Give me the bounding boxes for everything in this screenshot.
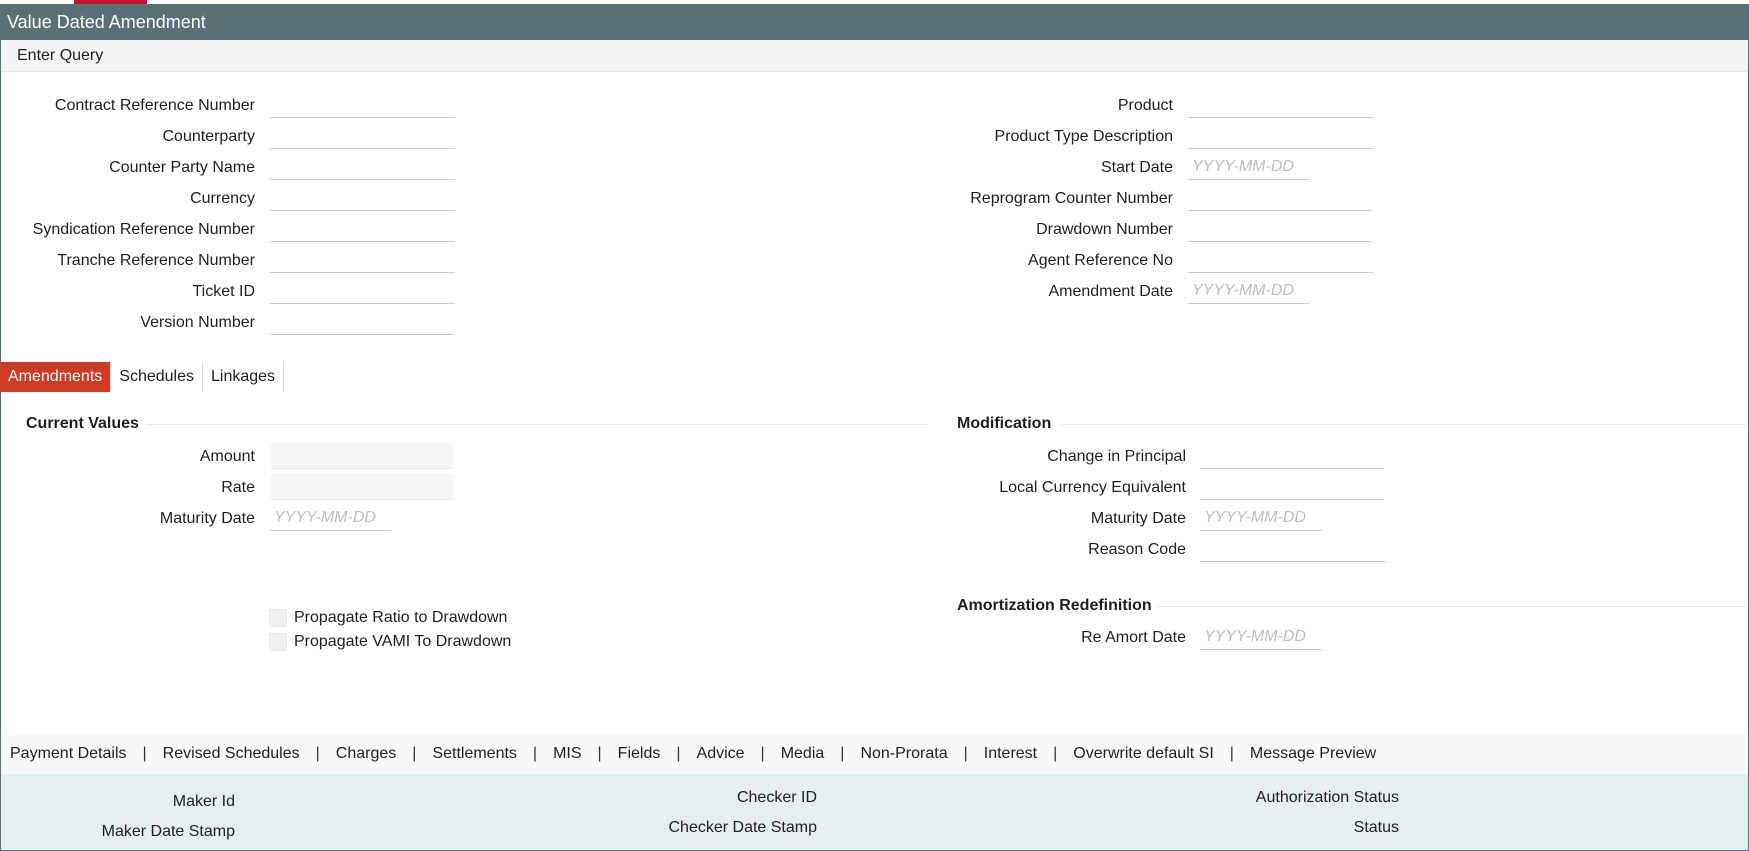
counterparty-input[interactable]: [270, 123, 455, 149]
link-media[interactable]: Media: [781, 745, 825, 763]
currency-input[interactable]: [270, 185, 455, 211]
amortization-title: Amortization Redefinition: [957, 597, 1152, 614]
link-charges[interactable]: Charges: [336, 745, 396, 763]
reason-code-input[interactable]: [1200, 536, 1386, 562]
counterparty-name-label: Counter Party Name: [109, 159, 255, 176]
link-non-prorata[interactable]: Non-Prorata: [860, 745, 947, 763]
propagate-vami-checkbox[interactable]: [269, 633, 287, 651]
ticket-id-label: Ticket ID: [192, 283, 255, 300]
syndication-ref-label: Syndication Reference Number: [32, 221, 255, 238]
propagate-ratio-label: Propagate Ratio to Drawdown: [294, 609, 508, 626]
ticket-id-input[interactable]: [270, 278, 455, 304]
amortization-divider: [1158, 606, 1748, 607]
rate-field: [270, 474, 453, 500]
subsystem-link-bar: Payment Details | Revised Schedules | Char…: [1, 735, 1748, 773]
product-label: Product: [1117, 97, 1173, 114]
re-amort-date-label: Re Amort Date: [1081, 629, 1186, 646]
amount-label: Amount: [199, 448, 255, 465]
current-values-divider: [146, 424, 928, 425]
tranche-ref-label: Tranche Reference Number: [57, 252, 255, 269]
new-maturity-date-label: Maturity Date: [1090, 510, 1186, 527]
window-title: Value Dated Amendment: [0, 4, 1749, 40]
link-mis[interactable]: MIS: [553, 745, 581, 763]
link-settlements[interactable]: Settlements: [432, 745, 516, 763]
version-number-input[interactable]: [270, 309, 453, 335]
product-input[interactable]: [1188, 92, 1373, 118]
counterparty-name-input[interactable]: [270, 154, 455, 180]
link-overwrite-default-si[interactable]: Overwrite default SI: [1073, 745, 1214, 763]
drawdown-number-input[interactable]: [1188, 216, 1371, 242]
checker-date-stamp-label: Checker Date Stamp: [668, 819, 817, 836]
drawdown-number-label: Drawdown Number: [1036, 221, 1173, 238]
link-separator: |: [412, 745, 417, 762]
link-interest[interactable]: Interest: [984, 745, 1037, 763]
link-separator: |: [1053, 745, 1058, 762]
change-in-principal-label: Change in Principal: [1047, 448, 1186, 465]
link-fields[interactable]: Fields: [618, 745, 661, 763]
maker-id-label: Maker Id: [172, 793, 235, 810]
version-number-label: Version Number: [140, 314, 255, 331]
link-separator: |: [676, 745, 681, 762]
start-date-label: Start Date: [1100, 159, 1173, 176]
agent-ref-label: Agent Reference No: [1028, 252, 1173, 269]
tranche-ref-input[interactable]: [270, 247, 455, 273]
change-in-principal-input[interactable]: [1200, 443, 1384, 469]
tab-strip: Amendments Schedules Linkages: [0, 362, 285, 392]
amendment-date-label: Amendment Date: [1048, 283, 1173, 300]
enter-query-button[interactable]: Enter Query: [17, 47, 103, 65]
amount-field: [270, 443, 453, 469]
window-frame: [0, 40, 1749, 851]
local-ccy-equiv-input[interactable]: [1200, 474, 1384, 500]
checker-id-label: Checker ID: [736, 789, 817, 806]
reprogram-counter-label: Reprogram Counter Number: [970, 190, 1173, 207]
link-separator: |: [142, 745, 147, 762]
current-values-title: Current Values: [26, 415, 139, 432]
counterparty-label: Counterparty: [162, 128, 256, 145]
tab-schedules[interactable]: Schedules: [111, 362, 203, 392]
local-ccy-equiv-label: Local Currency Equivalent: [999, 479, 1186, 496]
current-maturity-date-input[interactable]: [270, 505, 391, 531]
maker-date-stamp-label: Maker Date Stamp: [101, 823, 235, 840]
link-message-preview[interactable]: Message Preview: [1250, 745, 1376, 763]
product-type-desc-input[interactable]: [1188, 123, 1373, 149]
reprogram-counter-input[interactable]: [1188, 185, 1371, 211]
link-separator: |: [760, 745, 765, 762]
link-separator: |: [597, 745, 602, 762]
rate-label: Rate: [221, 479, 255, 496]
query-toolbar: Enter Query: [1, 40, 1748, 72]
audit-panel: [1, 774, 1748, 850]
status-label: Status: [1353, 819, 1399, 836]
link-advice[interactable]: Advice: [697, 745, 745, 763]
propagate-vami-label: Propagate VAMI To Drawdown: [294, 633, 512, 650]
authorization-status-label: Authorization Status: [1255, 789, 1399, 806]
reason-code-label: Reason Code: [1088, 541, 1186, 558]
link-separator: |: [532, 745, 538, 762]
re-amort-date-input[interactable]: [1200, 624, 1322, 650]
link-separator: |: [315, 745, 320, 762]
tab-amendments[interactable]: Amendments: [0, 362, 112, 392]
link-separator: |: [840, 745, 845, 762]
modification-title: Modification: [957, 415, 1052, 432]
agent-ref-input[interactable]: [1188, 247, 1373, 273]
link-payment-details[interactable]: Payment Details: [10, 745, 127, 763]
current-maturity-date-label: Maturity Date: [159, 510, 255, 527]
link-revised-schedules[interactable]: Revised Schedules: [163, 745, 300, 763]
contract-ref-input[interactable]: [270, 92, 455, 118]
tab-linkages[interactable]: Linkages: [203, 362, 285, 392]
link-separator: |: [1229, 745, 1234, 762]
currency-label: Currency: [190, 190, 255, 207]
start-date-input[interactable]: [1188, 154, 1309, 180]
product-type-desc-label: Product Type Description: [994, 128, 1173, 145]
amendment-date-input[interactable]: [1188, 278, 1309, 304]
contract-ref-label: Contract Reference Number: [54, 97, 255, 114]
propagate-ratio-checkbox[interactable]: [269, 609, 287, 627]
syndication-ref-input[interactable]: [270, 216, 455, 242]
new-maturity-date-input[interactable]: [1200, 505, 1322, 531]
link-separator: |: [963, 745, 968, 762]
modification-divider: [1062, 424, 1748, 425]
